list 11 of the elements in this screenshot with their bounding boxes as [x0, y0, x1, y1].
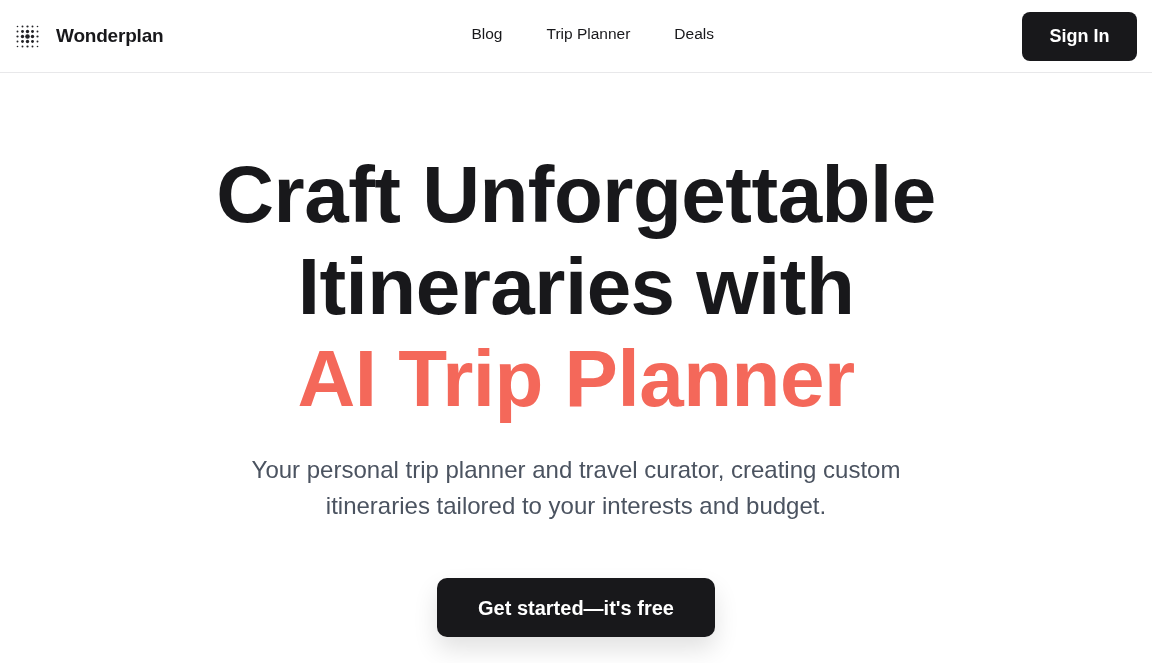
nav-link[interactable]: Trip Planner — [546, 22, 631, 46]
sign-in-button[interactable]: Sign In — [1022, 11, 1137, 61]
brand-name: Wonderplan — [56, 23, 164, 48]
hero-heading-line: AI Trip Planner — [297, 333, 855, 425]
hero-heading-line: Craft Unforgettable — [216, 149, 936, 241]
hero-subtitle: Your personal trip planner and travel curator, creating custom itineraries tailored to your interests and budget. — [250, 455, 902, 521]
dot-grid-logo-icon — [15, 23, 40, 49]
get-started-button[interactable]: Get started—it's free — [437, 578, 715, 637]
nav-link[interactable]: Deals — [674, 22, 714, 46]
hero-heading-line: Itineraries with — [297, 241, 855, 333]
nav-link[interactable]: Blog — [471, 22, 503, 46]
